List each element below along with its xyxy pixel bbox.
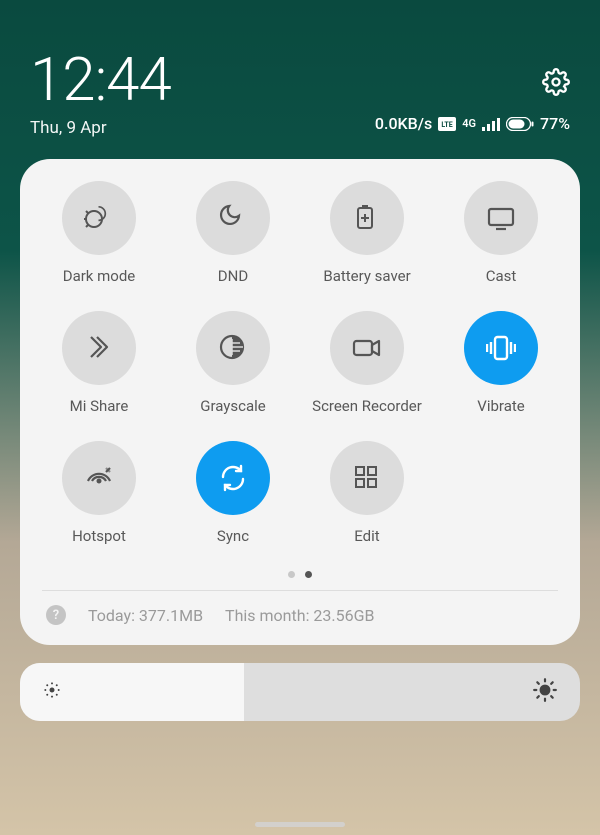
data-speed: 0.0KB/s bbox=[375, 114, 432, 133]
dark-mode-icon bbox=[62, 181, 136, 255]
data-usage-row[interactable]: ? Today: 377.1MB This month: 23.56GB bbox=[32, 591, 568, 627]
battery-icon bbox=[506, 117, 534, 131]
gear-icon bbox=[542, 68, 570, 96]
tile-cast[interactable]: Cast bbox=[434, 181, 568, 285]
tile-battery-saver[interactable]: Battery saver bbox=[300, 181, 434, 285]
vibrate-icon bbox=[464, 311, 538, 385]
mi-share-icon bbox=[62, 311, 136, 385]
tile-mi-share[interactable]: Mi Share bbox=[32, 311, 166, 415]
clock: 12:44 bbox=[30, 50, 171, 110]
quick-settings-panel: Dark mode DND Battery saver Cast Mi Share Gra… bbox=[20, 159, 580, 645]
tile-grayscale[interactable]: Grayscale bbox=[166, 311, 300, 415]
hotspot-icon bbox=[62, 441, 136, 515]
tile-label: Dark mode bbox=[63, 267, 136, 285]
date: Thu, 9 Apr bbox=[30, 118, 171, 138]
svg-text:LTE: LTE bbox=[442, 121, 453, 129]
pager-dot bbox=[288, 571, 295, 578]
tile-hotspot[interactable]: Hotspot bbox=[32, 441, 166, 545]
home-indicator[interactable] bbox=[255, 822, 345, 827]
tile-label: Battery saver bbox=[323, 267, 410, 285]
moon-icon bbox=[196, 181, 270, 255]
grid-icon bbox=[330, 441, 404, 515]
network-type: 4G bbox=[462, 118, 476, 129]
data-usage-today: Today: 377.1MB bbox=[88, 606, 203, 625]
tile-screen-recorder[interactable]: Screen Recorder bbox=[300, 311, 434, 415]
battery-plus-icon bbox=[330, 181, 404, 255]
page-indicator bbox=[32, 571, 568, 578]
tile-label: Edit bbox=[354, 527, 379, 545]
notification-header: 12:44 Thu, 9 Apr 0.0KB/s LTE 4G 77% bbox=[0, 0, 600, 145]
cast-icon bbox=[464, 181, 538, 255]
tile-vibrate[interactable]: Vibrate bbox=[434, 311, 568, 415]
tile-label: Vibrate bbox=[477, 397, 524, 415]
signal-icon bbox=[482, 117, 500, 131]
camcorder-icon bbox=[330, 311, 404, 385]
tile-label: Hotspot bbox=[72, 527, 126, 545]
tile-label: Sync bbox=[217, 527, 249, 545]
tile-label: Grayscale bbox=[200, 397, 266, 415]
pager-dot bbox=[305, 571, 312, 578]
grayscale-icon bbox=[196, 311, 270, 385]
brightness-low-icon bbox=[20, 680, 84, 704]
tile-label: Mi Share bbox=[70, 397, 129, 415]
tile-sync[interactable]: Sync bbox=[166, 441, 300, 545]
battery-percent: 77% bbox=[540, 114, 570, 133]
tile-label: Screen Recorder bbox=[312, 397, 422, 415]
tile-edit[interactable]: Edit bbox=[300, 441, 434, 545]
volte-icon: LTE bbox=[438, 117, 456, 131]
tile-label: DND bbox=[218, 267, 248, 285]
brightness-high-icon bbox=[510, 677, 580, 707]
tile-label: Cast bbox=[486, 267, 517, 285]
tile-dark-mode[interactable]: Dark mode bbox=[32, 181, 166, 285]
brightness-slider[interactable] bbox=[20, 663, 580, 721]
sync-icon bbox=[196, 441, 270, 515]
settings-button[interactable] bbox=[542, 68, 570, 100]
help-icon: ? bbox=[46, 605, 66, 625]
data-usage-month: This month: 23.56GB bbox=[225, 606, 374, 625]
tile-dnd[interactable]: DND bbox=[166, 181, 300, 285]
